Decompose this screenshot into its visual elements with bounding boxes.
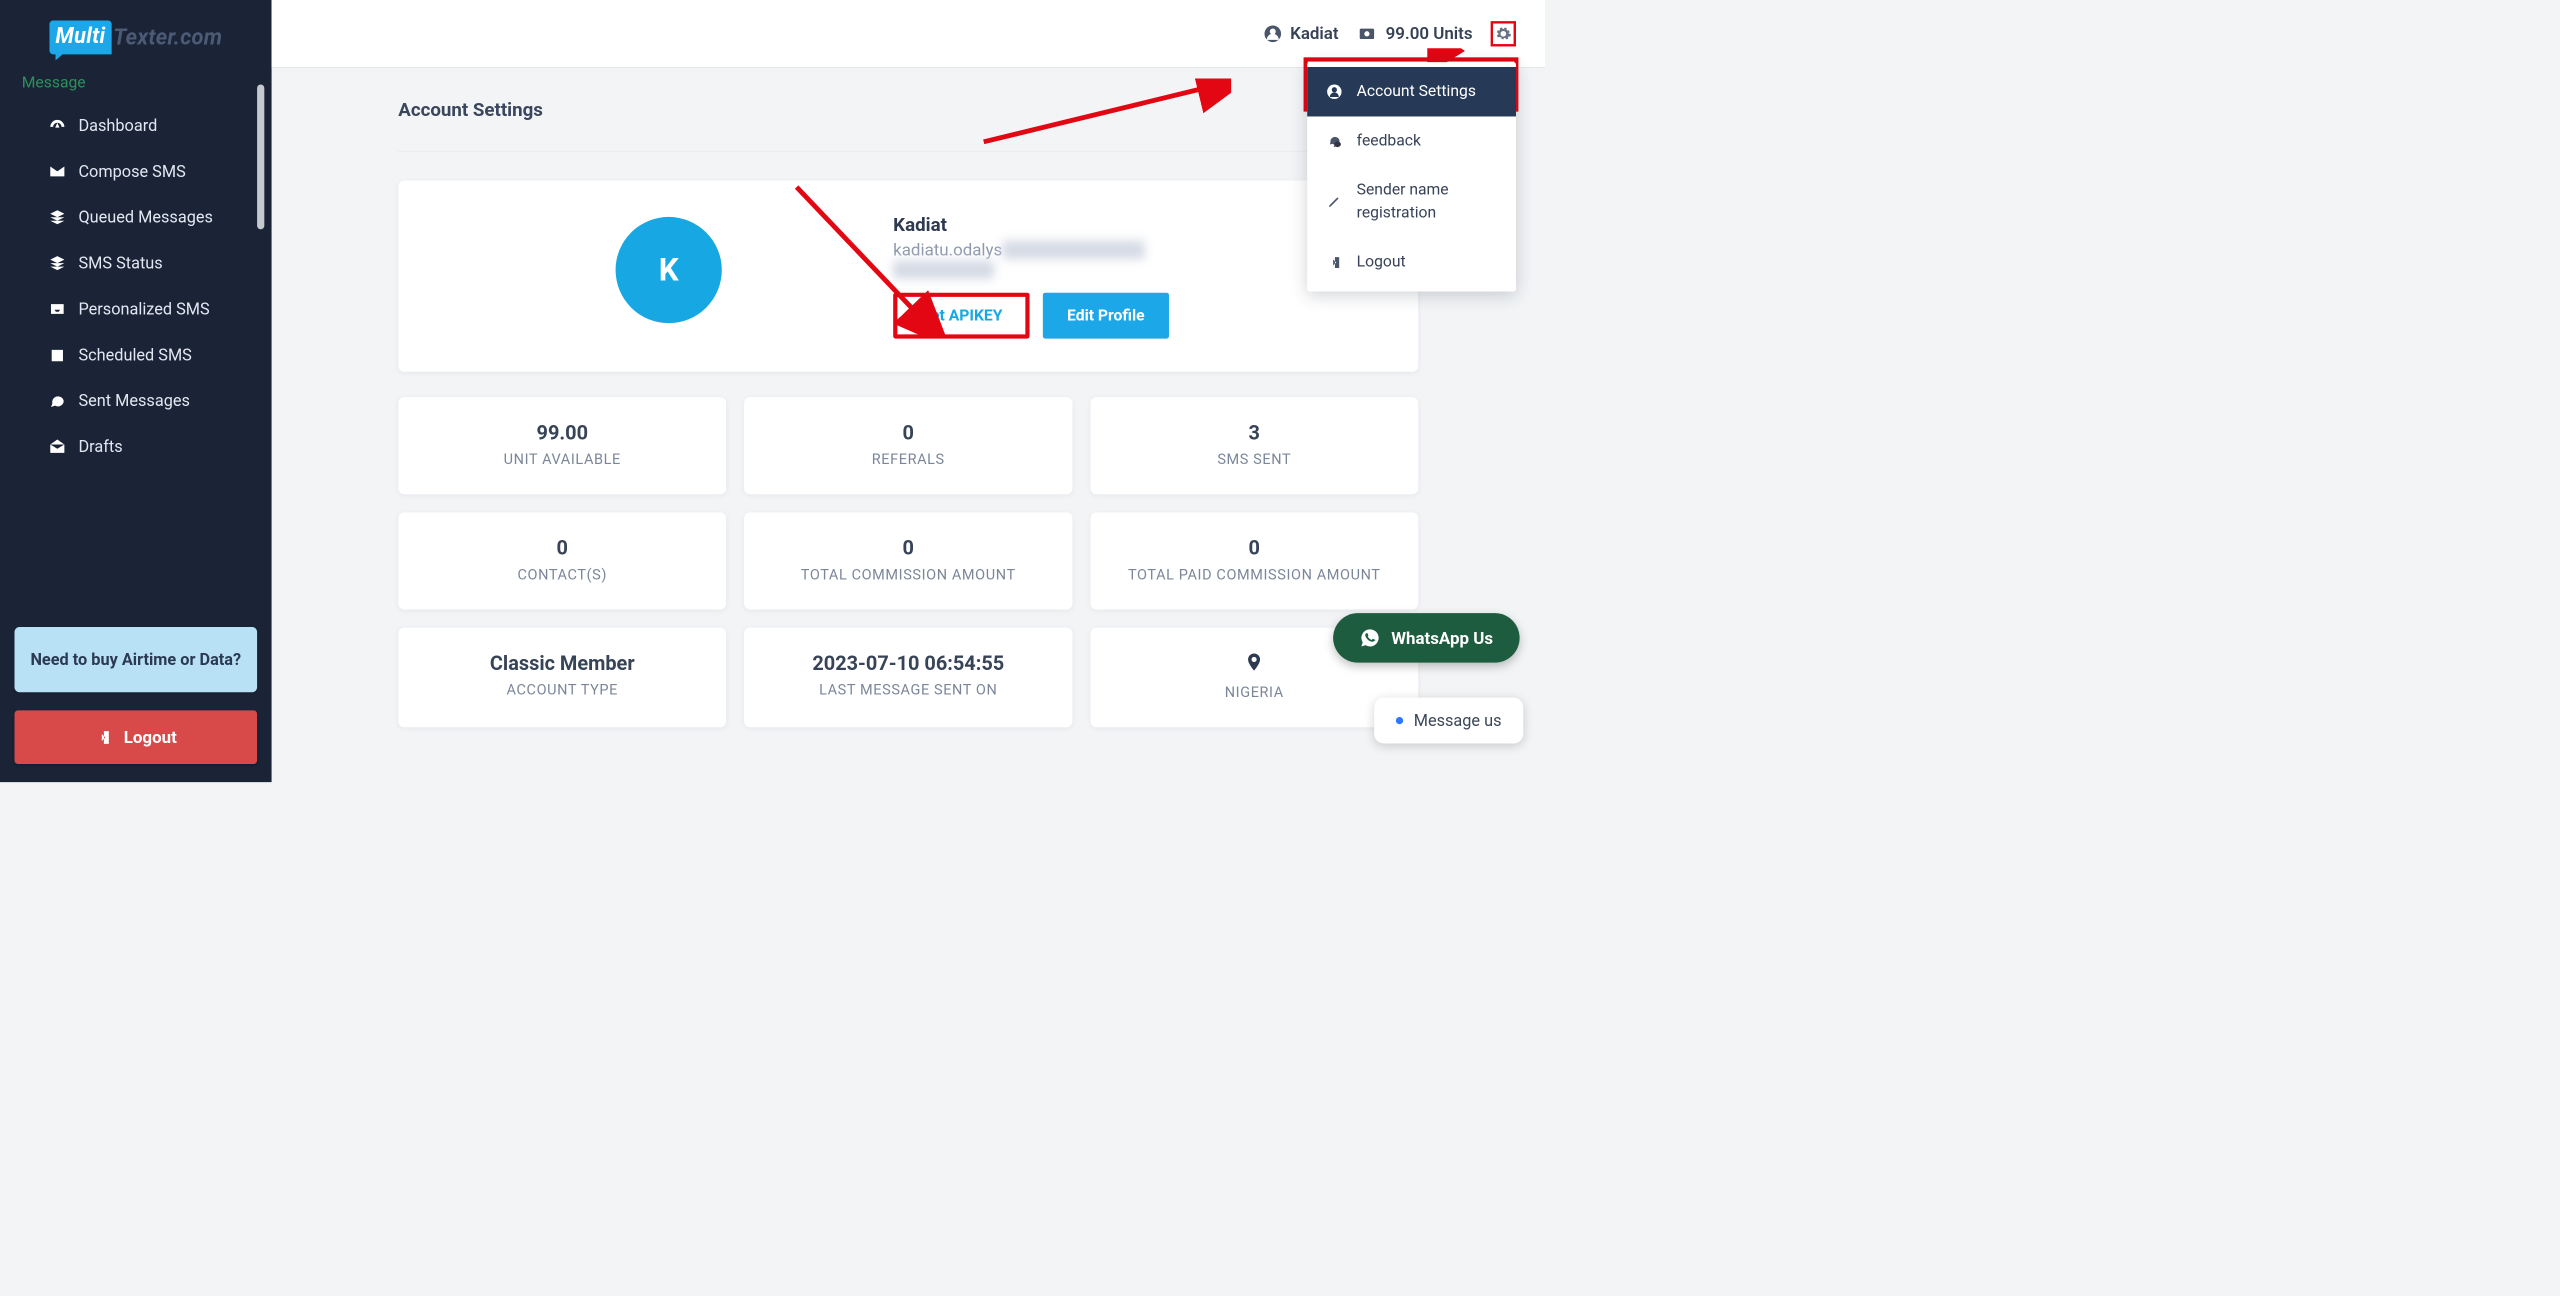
stat-value: 99.00	[410, 421, 714, 445]
stats-grid: 99.00 UNIT AVAILABLE 0 REFERALS 3 SMS SE…	[398, 397, 1418, 727]
stat-label: CONTACT(S)	[410, 566, 714, 583]
page-title: Account Settings	[398, 98, 1418, 151]
stat-label: SMS SENT	[1102, 451, 1406, 468]
logout-label: Logout	[124, 727, 177, 747]
topbar-username: Kadiat	[1290, 24, 1338, 44]
gear-icon	[1495, 25, 1512, 42]
whatsapp-label: WhatsApp Us	[1391, 628, 1493, 648]
dropdown-item-label: Account Settings	[1357, 80, 1476, 103]
stat-label: UNIT AVAILABLE	[410, 451, 714, 468]
stat-label: ACCOUNT TYPE	[410, 681, 714, 698]
redacted-text: xxxxxxxxxxxx	[893, 260, 994, 280]
sidebar-item-scheduled-sms[interactable]: Scheduled SMS	[0, 332, 272, 378]
sidebar-scrollbar[interactable]	[257, 84, 264, 229]
signout-icon	[95, 729, 112, 746]
pen-icon	[1325, 194, 1343, 208]
stat-referrals: 0 REFERALS	[744, 397, 1072, 494]
profile-email-prefix: kadiatu.odalys	[893, 240, 1002, 260]
layers-icon	[47, 255, 68, 272]
avatar: K	[616, 217, 722, 323]
dropdown-feedback[interactable]: feedback	[1307, 116, 1516, 165]
whatsapp-icon	[1360, 628, 1381, 649]
dropdown-item-label: Logout	[1357, 251, 1406, 274]
stat-label: TOTAL COMMISSION AMOUNT	[756, 566, 1060, 583]
dropdown-item-label: Sender name registration	[1357, 179, 1498, 224]
stat-last-message: 2023-07-10 06:54:55 LAST MESSAGE SENT ON	[744, 628, 1072, 728]
sidebar-section-label: Message	[0, 72, 272, 102]
message-us-label: Message us	[1414, 711, 1502, 730]
stat-value: 0	[756, 537, 1060, 561]
dropdown-sender-registration[interactable]: Sender name registration	[1307, 166, 1516, 238]
sidebar-item-label: Scheduled SMS	[78, 345, 191, 364]
buy-airtime-button[interactable]: Need to buy Airtime or Data?	[14, 627, 257, 692]
sidebar-item-label: SMS Status	[78, 253, 162, 272]
status-dot-icon	[1396, 717, 1403, 724]
layers-icon	[47, 209, 68, 226]
settings-button[interactable]	[1491, 21, 1516, 46]
sidebar-item-compose-sms[interactable]: Compose SMS	[0, 148, 272, 194]
sidebar-item-label: Drafts	[78, 437, 122, 456]
message-us-button[interactable]: Message us	[1374, 698, 1523, 744]
stat-label: TOTAL PAID COMMISSION AMOUNT	[1102, 566, 1406, 583]
dropdown-logout[interactable]: Logout	[1307, 238, 1516, 287]
stat-label: NIGERIA	[1102, 684, 1406, 701]
sidebar: Multi Texter.com Message Dashboard Compo…	[0, 0, 272, 782]
stat-unit-available: 99.00 UNIT AVAILABLE	[398, 397, 726, 494]
profile-name: Kadiat	[893, 214, 1169, 236]
logo-text: Texter.com	[113, 25, 222, 50]
redacted-text: xxxxxxxxxxxxxxxxx	[1002, 240, 1145, 260]
sidebar-item-sms-status[interactable]: SMS Status	[0, 240, 272, 286]
envelope-icon	[47, 163, 68, 180]
user-icon	[1325, 84, 1343, 100]
whatsapp-button[interactable]: WhatsApp Us	[1333, 613, 1519, 662]
stat-value: 0	[410, 537, 714, 561]
comment-icon	[47, 392, 68, 409]
dropdown-account-settings[interactable]: Account Settings	[1307, 67, 1516, 116]
stat-value: 3	[1102, 421, 1406, 445]
topbar-units[interactable]: 99.00 Units	[1357, 24, 1473, 44]
topbar-user[interactable]: Kadiat	[1264, 24, 1339, 44]
stat-sms-sent: 3 SMS SENT	[1090, 397, 1418, 494]
sidebar-item-sent-messages[interactable]: Sent Messages	[0, 378, 272, 424]
stat-account-type: Classic Member ACCOUNT TYPE	[398, 628, 726, 728]
calendar-icon	[47, 346, 68, 363]
money-icon	[1357, 26, 1378, 42]
sidebar-item-label: Queued Messages	[78, 208, 212, 227]
profile-card: K Kadiat kadiatu.odalysxxxxxxxxxxxxxxxxx…	[398, 180, 1418, 371]
chat-icon	[1325, 133, 1343, 149]
envelope-open-icon	[47, 438, 68, 455]
stat-contacts: 0 CONTACT(S)	[398, 512, 726, 609]
sidebar-nav: Dashboard Compose SMS Queued Messages SM…	[0, 103, 272, 470]
gauge-icon	[47, 117, 68, 134]
inbox-icon	[47, 301, 68, 318]
sidebar-item-personalized-sms[interactable]: Personalized SMS	[0, 286, 272, 332]
stat-paid-commission: 0 TOTAL PAID COMMISSION AMOUNT	[1090, 512, 1418, 609]
sidebar-item-label: Dashboard	[78, 116, 157, 135]
dropdown-item-label: feedback	[1357, 130, 1421, 153]
stat-value: 0	[1102, 537, 1406, 561]
edit-profile-button[interactable]: Edit Profile	[1043, 293, 1169, 339]
stat-value: Classic Member	[410, 652, 714, 676]
stat-value: 0	[756, 421, 1060, 445]
logo-badge: Multi	[49, 21, 111, 55]
stat-value: 2023-07-10 06:54:55	[756, 652, 1060, 676]
sidebar-item-dashboard[interactable]: Dashboard	[0, 103, 272, 149]
sidebar-item-drafts[interactable]: Drafts	[0, 424, 272, 470]
sidebar-item-label: Compose SMS	[78, 162, 185, 181]
profile-email: kadiatu.odalysxxxxxxxxxxxxxxxxx	[893, 240, 1169, 260]
stat-total-commission: 0 TOTAL COMMISSION AMOUNT	[744, 512, 1072, 609]
logo[interactable]: Multi Texter.com	[0, 0, 272, 72]
stat-label: REFERALS	[756, 451, 1060, 468]
settings-dropdown: Account Settings feedback Sender name re…	[1307, 62, 1516, 292]
topbar-units-value: 99.00 Units	[1386, 24, 1473, 44]
user-icon	[1264, 24, 1282, 42]
signout-icon	[1325, 255, 1343, 269]
sidebar-item-label: Sent Messages	[78, 391, 189, 410]
topbar: Kadiat 99.00 Units	[272, 0, 1545, 68]
logout-button[interactable]: Logout	[14, 710, 257, 764]
get-apikey-button[interactable]: Get APIKEY	[893, 293, 1029, 339]
sidebar-item-queued-messages[interactable]: Queued Messages	[0, 194, 272, 240]
sidebar-item-label: Personalized SMS	[78, 299, 209, 318]
stat-label: LAST MESSAGE SENT ON	[756, 681, 1060, 698]
